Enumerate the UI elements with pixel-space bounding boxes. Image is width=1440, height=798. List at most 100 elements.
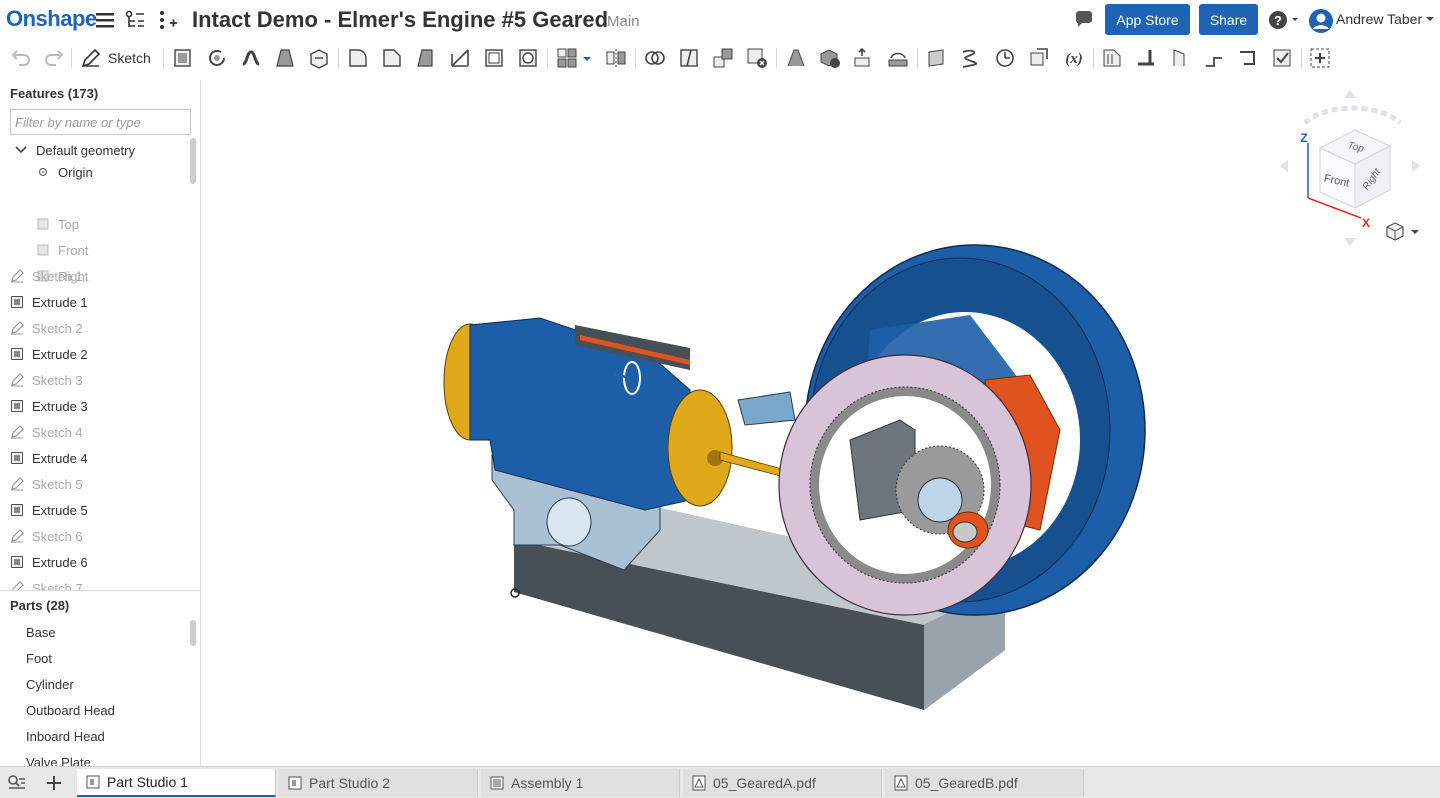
- toolbar-divider: [338, 48, 339, 68]
- crank-pin: [952, 521, 978, 543]
- plane-icon[interactable]: [925, 46, 949, 70]
- flange-icon[interactable]: [1134, 46, 1158, 70]
- branch-create-icon[interactable]: [156, 9, 178, 31]
- chevron-down-icon[interactable]: [1424, 13, 1436, 25]
- transform-icon[interactable]: [711, 46, 735, 70]
- top-bar: Onshape Intact Demo - Elmer's Engine #5 …: [0, 0, 1440, 40]
- rotate-right-icon[interactable]: [1412, 160, 1420, 172]
- inboard-head[interactable]: [667, 389, 733, 507]
- part-item[interactable]: Inboard Head: [26, 729, 105, 744]
- version-history-icon[interactable]: [124, 9, 146, 31]
- part-item[interactable]: Valve Plate: [26, 755, 91, 766]
- redo-icon[interactable]: [42, 46, 66, 70]
- toolbar-divider: [917, 48, 918, 68]
- tab-label: Assembly 1: [511, 775, 584, 791]
- foot-hole: [546, 497, 592, 547]
- onshape-app: Onshape Intact Demo - Elmer's Engine #5 …: [0, 0, 1440, 798]
- z-axis-label: Z: [1300, 131, 1307, 145]
- view-cube-orbit[interactable]: [1303, 105, 1402, 125]
- sketch-label: Sketch: [108, 50, 151, 66]
- hole-icon[interactable]: [516, 46, 540, 70]
- assembly-icon: [490, 776, 504, 790]
- pencil-icon: [81, 48, 101, 68]
- svg-text:?: ?: [1274, 13, 1282, 28]
- hem-icon[interactable]: [1168, 46, 1192, 70]
- variable-icon[interactable]: (x): [1061, 46, 1087, 70]
- delete-part-icon[interactable]: [745, 46, 769, 70]
- tab-manager-icon[interactable]: [7, 774, 27, 792]
- rib-icon[interactable]: [448, 46, 472, 70]
- tab-label: Part Studio 2: [309, 775, 390, 791]
- pdf-icon: [692, 775, 706, 791]
- toolbar-divider: [163, 48, 164, 68]
- tab-label: 05_GearedA.pdf: [713, 775, 816, 791]
- part-item[interactable]: Cylinder: [26, 677, 74, 692]
- undo-icon[interactable]: [9, 46, 33, 70]
- loft-icon[interactable]: [273, 46, 297, 70]
- graphics-viewport[interactable]: Top Front Right Z X: [201, 80, 1440, 766]
- extrude-icon[interactable]: [171, 46, 195, 70]
- toolbar-divider: [776, 48, 777, 68]
- finish-sheet-metal-icon[interactable]: [1270, 46, 1294, 70]
- sheet-metal-icon[interactable]: [1100, 46, 1124, 70]
- toolbar-divider: [71, 48, 72, 68]
- add-custom-feature-icon[interactable]: [1308, 46, 1332, 70]
- share-button[interactable]: Share: [1199, 4, 1258, 35]
- rotate-down-icon[interactable]: [1344, 238, 1356, 246]
- split-icon[interactable]: [677, 46, 701, 70]
- revolve-icon[interactable]: [205, 46, 229, 70]
- draft-icon[interactable]: [414, 46, 438, 70]
- document-tab[interactable]: 05_GearedB.pdf: [885, 769, 1084, 797]
- sweep-icon[interactable]: [239, 46, 263, 70]
- mirror-icon[interactable]: [604, 46, 628, 70]
- document-title[interactable]: Intact Demo - Elmer's Engine #5 Geared: [192, 7, 608, 33]
- onshape-logo[interactable]: Onshape: [6, 6, 97, 32]
- feature-toolbar: Sketch (x): [0, 40, 1440, 76]
- replace-face-icon[interactable]: [886, 46, 910, 70]
- comments-icon[interactable]: [1073, 9, 1095, 31]
- shell-icon[interactable]: [482, 46, 506, 70]
- add-tab-icon[interactable]: [45, 774, 63, 792]
- rotate-up-icon[interactable]: [1344, 90, 1356, 98]
- crosshead[interactable]: [737, 391, 796, 426]
- part-studio-icon: [288, 776, 302, 790]
- features-scrollbar[interactable]: [190, 138, 196, 184]
- document-tab[interactable]: Assembly 1: [481, 769, 680, 797]
- sketch-button[interactable]: Sketch: [80, 46, 151, 70]
- part-item[interactable]: Foot: [26, 651, 52, 666]
- modify-fillet-icon[interactable]: [784, 46, 808, 70]
- boolean-icon[interactable]: [643, 46, 667, 70]
- rotate-left-icon[interactable]: [1280, 160, 1288, 172]
- move-face-icon[interactable]: [852, 46, 876, 70]
- derived-icon[interactable]: [1027, 46, 1051, 70]
- document-tab[interactable]: Part Studio 2: [279, 769, 478, 797]
- user-avatar-icon[interactable]: [1308, 8, 1334, 34]
- helix-icon[interactable]: [959, 46, 983, 70]
- delete-face-icon[interactable]: [818, 46, 842, 70]
- view-options-icon[interactable]: [1385, 221, 1427, 243]
- toolbar-divider: [1301, 48, 1302, 68]
- part-studio-icon: [86, 775, 100, 789]
- engine-model[interactable]: [201, 80, 1440, 766]
- help-icon[interactable]: ?: [1268, 9, 1300, 31]
- thicken-icon[interactable]: [307, 46, 331, 70]
- chamfer-icon[interactable]: [380, 46, 404, 70]
- parts-scrollbar[interactable]: [190, 620, 196, 646]
- part-item[interactable]: Outboard Head: [26, 703, 115, 718]
- document-tab[interactable]: 05_GearedA.pdf: [683, 769, 882, 797]
- document-tab[interactable]: Part Studio 1: [77, 769, 276, 797]
- chevron-down-icon[interactable]: [580, 46, 594, 70]
- app-store-button[interactable]: App Store: [1105, 4, 1190, 35]
- fillet-icon[interactable]: [346, 46, 370, 70]
- user-menu[interactable]: Andrew Taber: [1336, 11, 1422, 27]
- mate-connector-icon[interactable]: [993, 46, 1017, 70]
- tab-label: 05_GearedB.pdf: [915, 775, 1018, 791]
- toolbar-divider: [635, 48, 636, 68]
- linear-pattern-icon[interactable]: [555, 46, 579, 70]
- hamburger-menu-icon[interactable]: [94, 9, 116, 31]
- bend-relief-icon[interactable]: [1236, 46, 1260, 70]
- tab-icon[interactable]: [1202, 46, 1226, 70]
- branch-name[interactable]: Main: [607, 13, 640, 30]
- pdf-icon: [894, 775, 908, 791]
- part-item[interactable]: Base: [26, 625, 56, 640]
